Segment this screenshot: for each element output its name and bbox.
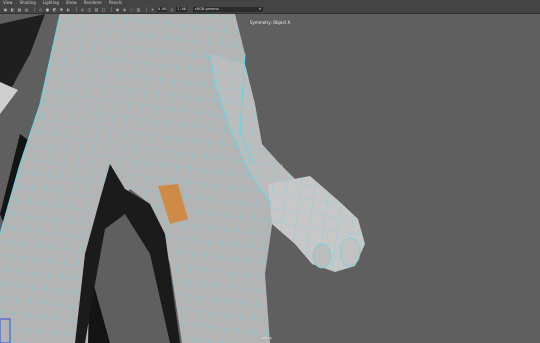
shadow-icon[interactable]: ◐ (66, 7, 71, 12)
light-icon[interactable]: ✺ (59, 7, 64, 12)
smooth-shade-icon[interactable]: ● (45, 7, 50, 12)
toolbar-divider (76, 7, 77, 12)
wireframe-icon[interactable]: ◇ (38, 7, 43, 12)
exposure-field[interactable]: 0.00 (157, 7, 168, 12)
dof-icon[interactable]: ◌ (129, 7, 134, 12)
viewport-toolbar: ▣ ◧ ▦ ▤ ◇ ● ◩ ✺ ◐ ◎ ◫ ▧ ▢ ◉ ◈ ◌ ▥ ☀ 0.00… (0, 6, 540, 14)
3d-viewport[interactable]: Symmetry: Object X persp (0, 14, 540, 343)
background-mesh-fragment (0, 82, 18, 114)
toolbar-divider (34, 7, 35, 12)
finger-mesh (312, 243, 332, 269)
xray-icon[interactable]: ◎ (80, 7, 85, 12)
chevron-down-icon: ▾ (259, 7, 261, 11)
gamma-icon: γ (170, 7, 174, 12)
grid-toggle-icon[interactable]: ▧ (94, 7, 99, 12)
color-space-dropdown[interactable]: sRGB gamma ▾ (192, 7, 263, 12)
grid-icon[interactable]: ▦ (17, 7, 22, 12)
color-space-value: sRGB gamma (194, 7, 219, 11)
aa-icon[interactable]: ◈ (122, 7, 127, 12)
film-icon[interactable]: ▤ (24, 7, 29, 12)
camera-icon[interactable]: ▣ (3, 7, 8, 12)
toolbar-divider (111, 7, 112, 12)
exposure-icon: ☀ (150, 7, 155, 12)
mesh-render (0, 14, 365, 343)
resolution-icon[interactable]: ▥ (136, 7, 141, 12)
texture-icon[interactable]: ◩ (52, 7, 57, 12)
bookmark-icon[interactable]: ◧ (10, 7, 15, 12)
thumb-mesh (339, 237, 361, 267)
hud-icon[interactable]: ▢ (101, 7, 106, 12)
isolate-icon[interactable]: ◫ (87, 7, 92, 12)
camera-label: persp (262, 336, 272, 340)
symmetry-label: Symmetry: Object X (250, 20, 291, 25)
ao-icon[interactable]: ◉ (115, 7, 120, 12)
toolbar-divider (146, 7, 147, 12)
gamma-field[interactable]: 1.00 (176, 7, 187, 12)
